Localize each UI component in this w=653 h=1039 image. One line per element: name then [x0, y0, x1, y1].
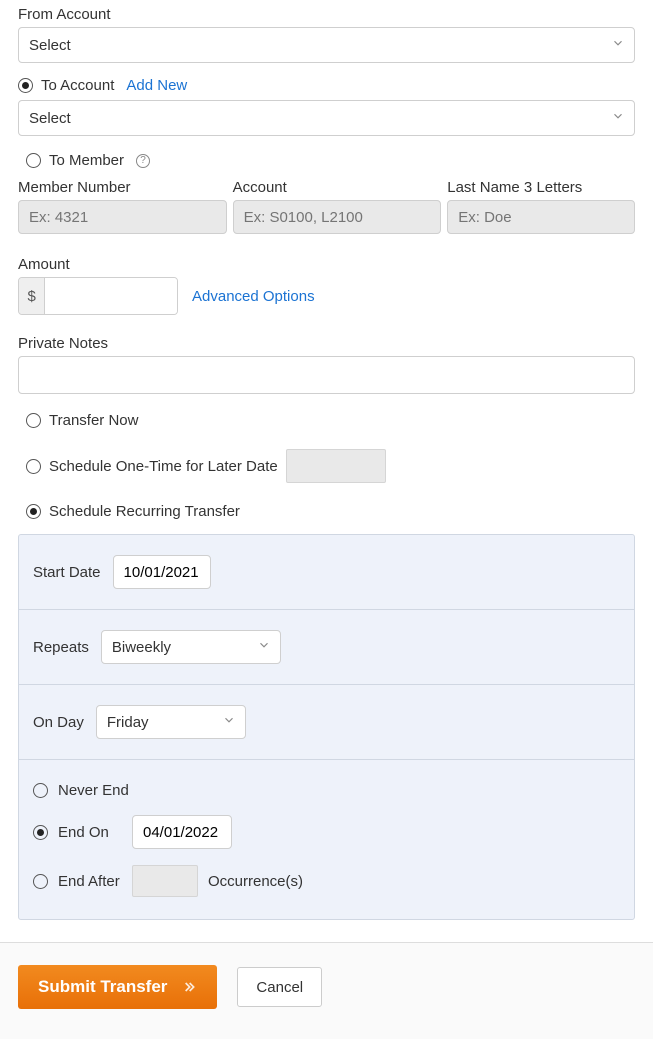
- to-member-label: To Member: [49, 152, 124, 169]
- never-end-label: Never End: [58, 782, 129, 799]
- submit-transfer-button[interactable]: Submit Transfer: [18, 965, 217, 1009]
- last-name-field: [447, 200, 635, 234]
- to-account-select[interactable]: Select: [18, 100, 635, 136]
- schedule-recurring-label: Schedule Recurring Transfer: [49, 503, 240, 520]
- from-account-label: From Account: [18, 6, 635, 23]
- recurring-config-box: Start Date Repeats Biweekly On Day Frida…: [18, 534, 635, 920]
- to-account-radio[interactable]: [18, 78, 33, 93]
- add-new-link[interactable]: Add New: [126, 77, 187, 94]
- on-day-select[interactable]: Friday: [96, 705, 246, 739]
- private-notes-label: Private Notes: [18, 335, 635, 352]
- member-number-label: Member Number: [18, 179, 227, 196]
- end-after-label: End After: [58, 873, 122, 890]
- amount-field[interactable]: [45, 278, 177, 314]
- occurrences-field: [132, 865, 198, 897]
- to-account-select-button[interactable]: Select: [18, 100, 635, 136]
- from-account-select[interactable]: Select: [18, 27, 635, 63]
- transfer-now-radio[interactable]: [26, 413, 41, 428]
- start-date-label: Start Date: [33, 564, 101, 581]
- schedule-one-time-radio[interactable]: [26, 459, 41, 474]
- member-account-label: Account: [233, 179, 442, 196]
- amount-label: Amount: [18, 256, 635, 273]
- chevron-double-right-icon: [181, 979, 197, 995]
- end-on-radio[interactable]: [33, 825, 48, 840]
- private-notes-field[interactable]: [18, 356, 635, 394]
- submit-label: Submit Transfer: [38, 977, 167, 997]
- currency-prefix: $: [19, 278, 45, 314]
- cancel-button[interactable]: Cancel: [237, 967, 322, 1007]
- end-section: Never End End On End After Occurrence(s): [19, 760, 634, 919]
- to-member-radio[interactable]: [26, 153, 41, 168]
- last-name-label: Last Name 3 Letters: [447, 179, 635, 196]
- end-on-date-field[interactable]: [132, 815, 232, 849]
- help-icon[interactable]: ?: [136, 154, 150, 168]
- occurrences-label: Occurrence(s): [208, 873, 303, 890]
- on-day-label: On Day: [33, 714, 84, 731]
- footer: Submit Transfer Cancel: [0, 942, 653, 1039]
- schedule-one-time-label: Schedule One-Time for Later Date: [49, 458, 278, 475]
- amount-input-group: $: [18, 277, 178, 315]
- start-date-field[interactable]: [113, 555, 211, 589]
- member-number-field: [18, 200, 227, 234]
- end-on-label: End On: [58, 824, 122, 841]
- one-time-date-field: [286, 449, 386, 483]
- repeats-select[interactable]: Biweekly: [101, 630, 281, 664]
- schedule-recurring-radio[interactable]: [26, 504, 41, 519]
- member-account-field: [233, 200, 442, 234]
- never-end-radio[interactable]: [33, 783, 48, 798]
- repeats-label: Repeats: [33, 639, 89, 656]
- from-account-select-button[interactable]: Select: [18, 27, 635, 63]
- transfer-now-label: Transfer Now: [49, 412, 138, 429]
- advanced-options-link[interactable]: Advanced Options: [192, 288, 315, 305]
- end-after-radio[interactable]: [33, 874, 48, 889]
- to-account-label: To Account: [41, 77, 114, 94]
